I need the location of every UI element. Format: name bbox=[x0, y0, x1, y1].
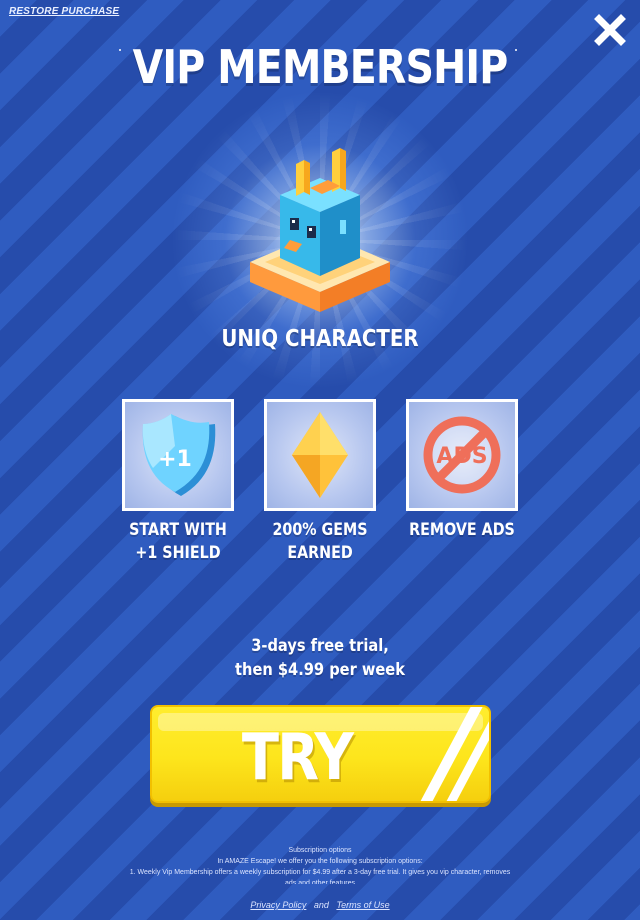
feature-shield-label-1: START WITH bbox=[129, 520, 227, 540]
fine-print-line-3: 1. Weekly Vip Membership offers a weekly… bbox=[129, 869, 511, 876]
character-image bbox=[240, 140, 400, 320]
close-icon bbox=[594, 14, 626, 46]
subscription-fine-print: Subscription options In AMAZE Escape! we… bbox=[100, 845, 540, 884]
try-now-button[interactable]: TRY NOW bbox=[150, 705, 491, 803]
feature-remove-ads-label: REMOVE ADS bbox=[409, 520, 515, 540]
fine-print-line-1: Subscription options bbox=[288, 847, 352, 854]
feature-gems-label-1: 200% GEMS bbox=[272, 520, 368, 540]
feature-shield: +1 START WITH +1 SHIELD bbox=[108, 399, 248, 565]
feature-shield-box: +1 bbox=[122, 399, 234, 511]
no-ads-icon: ADS bbox=[423, 416, 501, 494]
close-button[interactable] bbox=[592, 12, 628, 48]
shield-plus-one-icon: +1 bbox=[142, 414, 216, 496]
character-caption: UNIQ CHARACTER bbox=[221, 326, 419, 352]
trial-offer-line-1: 3-days free trial, bbox=[251, 636, 389, 656]
and-text: and bbox=[313, 900, 329, 910]
legal-links: Privacy Policy and Terms of Use bbox=[0, 900, 640, 910]
feature-gems-label-2: EARNED bbox=[287, 543, 353, 563]
feature-remove-ads-box: ADS bbox=[406, 399, 518, 511]
shield-plus-one-text: +1 bbox=[158, 447, 192, 472]
feature-gems: 200% GEMS EARNED bbox=[250, 399, 390, 565]
privacy-policy-link[interactable]: Privacy Policy bbox=[250, 900, 306, 910]
trial-offer-line-2: then $4.99 per week bbox=[235, 660, 405, 680]
fine-print-line-2: In AMAZE Escape! we offer you the follow… bbox=[217, 858, 423, 865]
restore-purchase-link[interactable]: RESTORE PURCHASE bbox=[9, 6, 119, 17]
terms-of-use-link[interactable]: Terms of Use bbox=[336, 900, 389, 910]
feature-shield-label-2: +1 SHIELD bbox=[135, 543, 221, 563]
trial-offer: 3-days free trial, then $4.99 per week bbox=[45, 634, 595, 682]
page-title: VIP MEMBERSHIP bbox=[132, 40, 509, 94]
gem-icon bbox=[292, 412, 348, 498]
try-now-label: TRY NOW bbox=[224, 721, 372, 801]
cube-bird-character-icon bbox=[250, 148, 390, 312]
fine-print-line-4: ads and other features bbox=[284, 880, 356, 884]
feature-remove-ads: ADS REMOVE ADS bbox=[392, 399, 532, 542]
feature-gems-box bbox=[264, 399, 376, 511]
